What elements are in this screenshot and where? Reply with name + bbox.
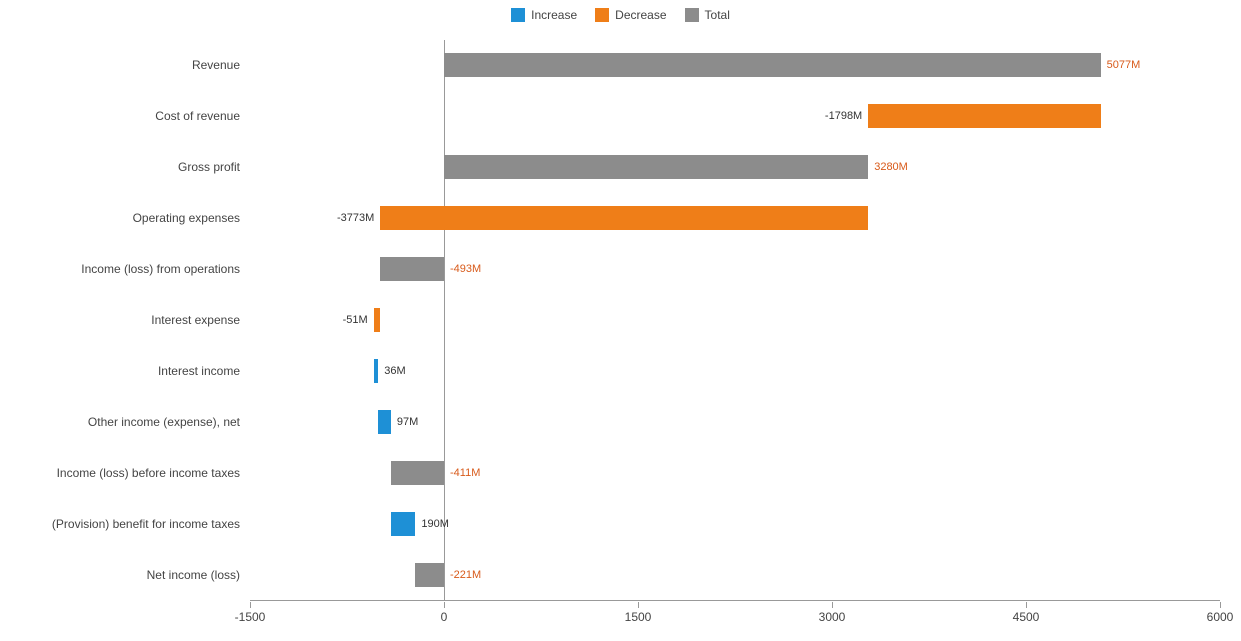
waterfall-bar[interactable] <box>415 563 444 587</box>
x-axis-line <box>250 600 1220 601</box>
legend-label-increase: Increase <box>531 8 577 22</box>
bar-value-label: -51M <box>343 314 368 326</box>
bar-value-label: -411M <box>450 467 480 479</box>
waterfall-bar[interactable] <box>444 155 868 179</box>
bar-value-label: -3773M <box>337 212 374 224</box>
x-tick <box>250 602 251 608</box>
legend-label-decrease: Decrease <box>615 8 666 22</box>
legend-label-total: Total <box>705 8 730 22</box>
waterfall-bar[interactable] <box>374 359 379 383</box>
zero-axis-line <box>444 40 445 600</box>
x-tick-label: 3000 <box>819 610 846 624</box>
legend-swatch-total <box>685 8 699 22</box>
y-axis-label: (Provision) benefit for income taxes <box>52 517 240 531</box>
x-tick <box>832 602 833 608</box>
bar-value-label: 36M <box>384 365 405 377</box>
bar-value-label: -1798M <box>825 110 862 122</box>
y-axis-label: Income (loss) before income taxes <box>57 466 240 480</box>
y-axis-label: Operating expenses <box>133 211 240 225</box>
y-axis-label: Other income (expense), net <box>88 415 240 429</box>
y-axis-label: Cost of revenue <box>155 109 240 123</box>
x-tick-label: 0 <box>441 610 448 624</box>
waterfall-bar[interactable] <box>444 53 1101 77</box>
waterfall-bar[interactable] <box>391 512 416 536</box>
legend-swatch-decrease <box>595 8 609 22</box>
y-axis-label: Interest expense <box>151 313 240 327</box>
chart-area: 5077M -1798M 3280M -3773M -493M -51M 36M 97M -41… <box>250 40 1220 600</box>
waterfall-bar[interactable] <box>391 461 444 485</box>
x-tick-label: 6000 <box>1207 610 1234 624</box>
y-axis-label: Net income (loss) <box>147 568 240 582</box>
y-axis-label: Income (loss) from operations <box>81 262 240 276</box>
x-tick-label: -1500 <box>235 610 266 624</box>
x-tick <box>638 602 639 608</box>
x-tick <box>1026 602 1027 608</box>
bar-value-label: -221M <box>450 569 481 581</box>
legend-swatch-increase <box>511 8 525 22</box>
bar-value-label: -493M <box>450 263 481 275</box>
waterfall-bar[interactable] <box>868 104 1100 128</box>
bar-value-label: 5077M <box>1107 59 1141 71</box>
x-tick <box>444 602 445 608</box>
waterfall-bar[interactable] <box>380 257 444 281</box>
y-axis-label: Revenue <box>192 58 240 72</box>
y-axis-label: Gross profit <box>178 160 240 174</box>
x-axis: -150001500300045006000 <box>250 602 1220 632</box>
y-axis-label: Interest income <box>158 364 240 378</box>
plot-area: Revenue Cost of revenue Gross profit Operat… <box>0 30 1241 641</box>
x-tick-label: 4500 <box>1013 610 1040 624</box>
bar-value-label: 97M <box>397 416 418 428</box>
legend-item-total[interactable]: Total <box>685 8 730 22</box>
waterfall-bar[interactable] <box>380 206 868 230</box>
legend: Increase Decrease Total <box>0 0 1241 26</box>
x-tick-label: 1500 <box>625 610 652 624</box>
x-tick <box>1220 602 1221 608</box>
bar-value-label: 3280M <box>874 161 908 173</box>
waterfall-bar[interactable] <box>374 308 381 332</box>
bar-value-label: 190M <box>421 518 449 530</box>
legend-item-increase[interactable]: Increase <box>511 8 577 22</box>
waterfall-bar[interactable] <box>378 410 391 434</box>
legend-item-decrease[interactable]: Decrease <box>595 8 666 22</box>
